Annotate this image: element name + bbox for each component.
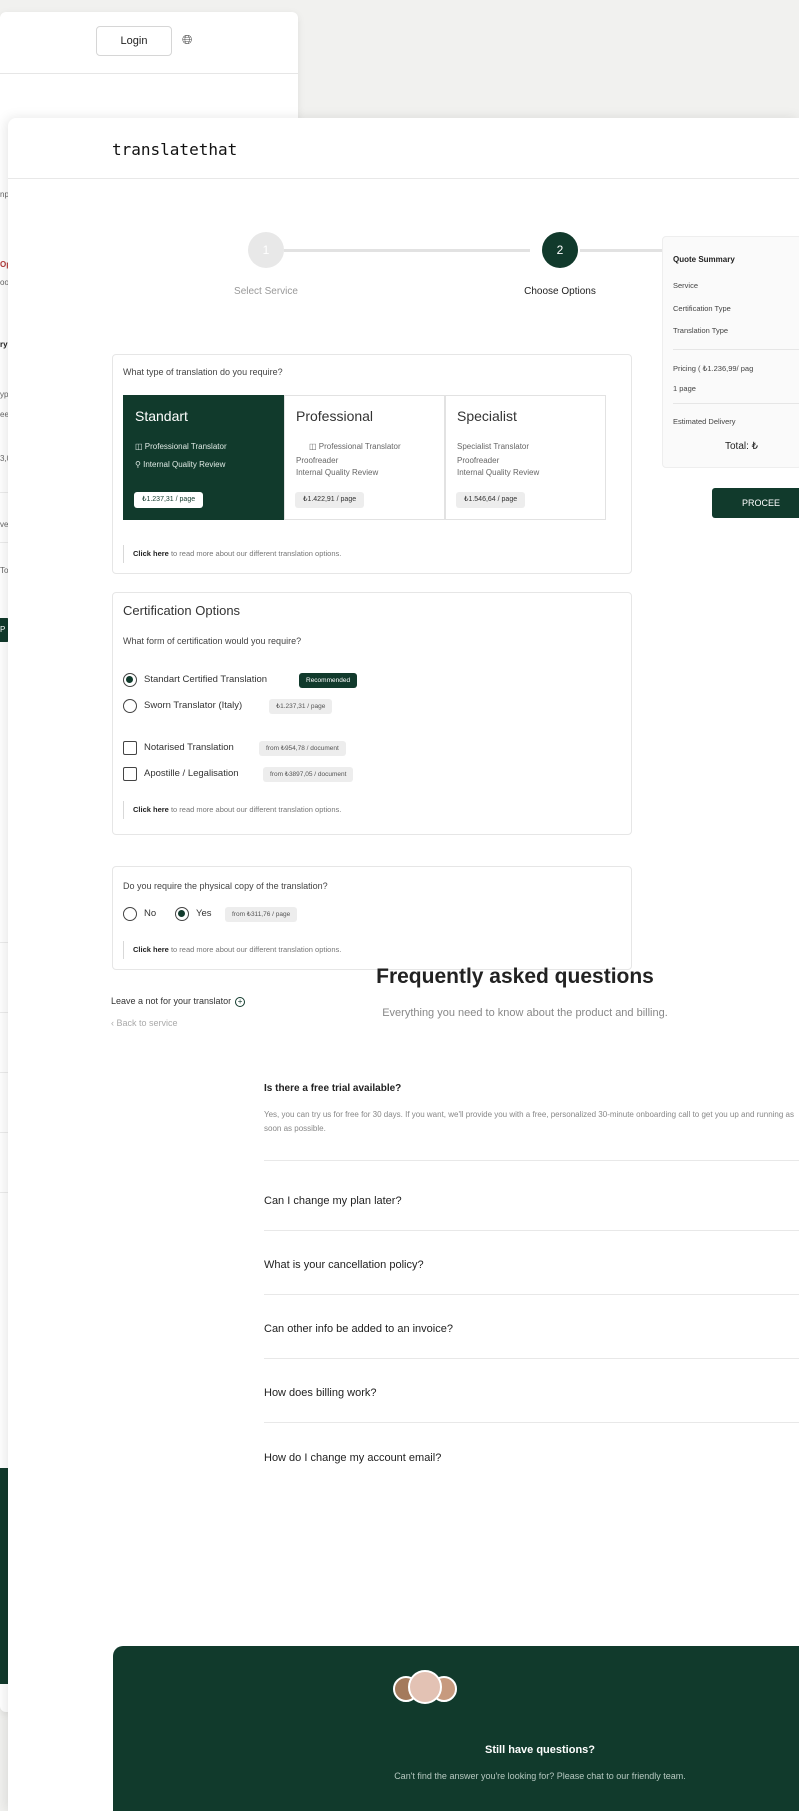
brand-logo[interactable]: translatethat [112, 140, 237, 159]
summary-pricing: Pricing ( ₺1.236,99/ pag [673, 364, 754, 373]
leave-note-link[interactable]: Leave a not for your translator + [111, 996, 246, 1007]
faq-question[interactable]: How does billing work? [264, 1387, 377, 1399]
checkbox-label: Apostille / Legalisation [144, 768, 239, 779]
option-name: Specialist [457, 408, 517, 424]
option-standart[interactable]: Standart ◫ Professional Translator ⚲ Int… [123, 395, 284, 520]
faq-question[interactable]: How do I change my account email? [264, 1452, 441, 1464]
avatar [408, 1670, 442, 1704]
cta-subtitle: Can't find the answer you're looking for… [394, 1771, 686, 1781]
physical-copy-question: Do you require the physical copy of the … [123, 881, 328, 891]
info-row: Click here to read more about our differ… [123, 941, 341, 959]
radio-standart-certified[interactable] [123, 673, 137, 687]
faq-title: Frequently asked questions [376, 965, 654, 988]
certification-question: What form of certification would you req… [123, 636, 302, 646]
checkbox-label: Notarised Translation [144, 742, 234, 753]
price-pill: ₺1.422,91 / page [295, 492, 365, 508]
back-to-service-link[interactable]: ‹ Back to service [111, 1018, 178, 1028]
price-tag: ₺1.237,31 / page [269, 699, 333, 714]
click-here-link[interactable]: Click here [133, 805, 169, 814]
search-icon: ⚲ [135, 460, 141, 469]
translation-type-card: What type of translation do you require?… [112, 354, 632, 574]
checkbox-apostille[interactable] [123, 767, 137, 781]
translation-type-question: What type of translation do you require? [123, 367, 283, 377]
recommended-badge: Recommended [299, 673, 358, 688]
info-row: Click here to read more about our differ… [123, 545, 341, 563]
option-name: Professional [296, 408, 374, 424]
feature-item: Internal Quality Review [457, 468, 540, 477]
summary-total: Total: ₺ [725, 441, 759, 452]
feature-item: Proofreader [457, 456, 500, 465]
summary-title: Quote Summary [673, 255, 735, 264]
faq-question[interactable]: Is there a free trial available? [264, 1083, 401, 1094]
price-pill: ₺1.546,64 / page [456, 492, 526, 508]
certification-card: Certification Options What form of certi… [112, 592, 632, 835]
step-2-circle[interactable]: 2 [542, 232, 578, 268]
feature-item: Internal Quality Review [296, 468, 379, 477]
option-professional[interactable]: Professional ◫ Professional Translator P… [284, 395, 445, 520]
radio-no[interactable] [123, 907, 137, 921]
step-2-label: Choose Options [524, 286, 596, 297]
summary-service: Service [673, 281, 699, 290]
info-row: Click here to read more about our differ… [123, 801, 341, 819]
radio-yes[interactable] [175, 907, 189, 921]
divider [264, 1294, 799, 1295]
radio-label: Standart Certified Translation [144, 674, 268, 685]
team-avatars [393, 1670, 457, 1710]
cta-title: Still have questions? [484, 1744, 596, 1756]
radio-label: Sworn Translator (Italy) [144, 700, 243, 711]
plus-icon: + [235, 996, 246, 1007]
price-tag: from ₺311,76 / page [225, 907, 298, 922]
background-header: Login 🌐︎ [0, 12, 298, 74]
divider [673, 349, 799, 350]
checkbox-notarised[interactable] [123, 741, 137, 755]
step-1-label: Select Service [234, 286, 298, 297]
faq-question[interactable]: Can other info be added to an invoice? [264, 1323, 453, 1335]
divider [673, 403, 799, 404]
faq-question[interactable]: Can I change my plan later? [264, 1195, 402, 1207]
click-here-link[interactable]: Click here [133, 945, 169, 954]
divider [264, 1422, 799, 1423]
proceed-button[interactable]: PROCEE [712, 488, 799, 518]
price-pill: ₺1.237,31 / page [134, 492, 204, 508]
quote-summary: Quote Summary Service Certification Type… [662, 236, 799, 468]
feature-item: ⚲ Internal Quality Review [135, 460, 226, 469]
price-tag: from ₺954,78 / document [259, 741, 346, 756]
faq-subtitle: Everything you need to know about the pr… [382, 1007, 668, 1019]
step-connector [284, 249, 530, 252]
feature-item: Proofreader [296, 456, 339, 465]
divider [264, 1230, 799, 1231]
faq-question[interactable]: What is your cancellation policy? [264, 1259, 424, 1271]
physical-copy-card: Do you require the physical copy of the … [112, 866, 632, 970]
summary-pages: 1 page [673, 384, 696, 393]
option-specialist[interactable]: Specialist Specialist Translator Proofre… [445, 395, 606, 520]
radio-label: Yes [196, 908, 212, 919]
feature-item: ◫ Professional Translator [309, 442, 401, 451]
radio-sworn-translator[interactable] [123, 699, 137, 713]
feature-item: ◫ Professional Translator [135, 442, 227, 451]
summary-translation-type: Translation Type [673, 326, 729, 335]
step-1-circle[interactable]: 1 [248, 232, 284, 268]
click-here-link[interactable]: Click here [133, 549, 169, 558]
login-button[interactable]: Login [96, 26, 172, 56]
divider [264, 1160, 799, 1161]
price-tag: from ₺3897,05 / document [263, 767, 354, 782]
certification-title: Certification Options [123, 603, 241, 618]
summary-certification-type: Certification Type [673, 304, 731, 313]
summary-delivery: Estimated Delivery [673, 417, 736, 426]
book-icon: ◫ [309, 442, 317, 451]
radio-label: No [144, 908, 157, 919]
globe-icon[interactable]: 🌐︎ [182, 32, 192, 48]
book-icon: ◫ [135, 442, 143, 451]
feature-item: Specialist Translator [457, 442, 530, 451]
divider [264, 1358, 799, 1359]
option-name: Standart [135, 408, 188, 424]
bg-fragment: ry [0, 340, 8, 349]
faq-answer: Yes, you can try us for free for 30 days… [264, 1110, 794, 1133]
header-divider [8, 178, 799, 179]
